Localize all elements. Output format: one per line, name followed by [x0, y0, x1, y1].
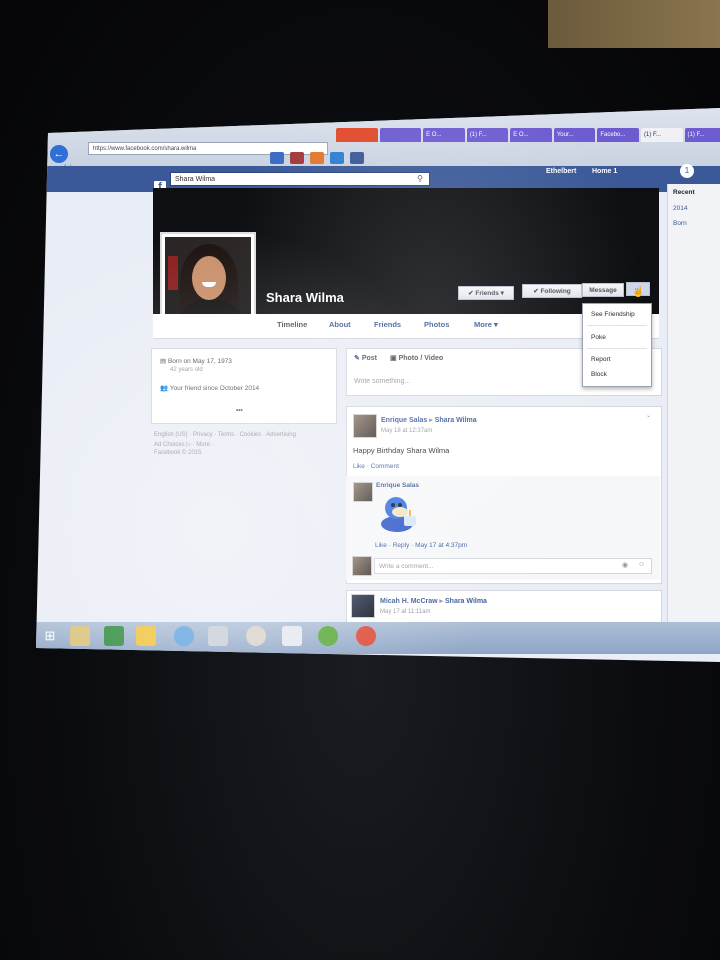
post-actions[interactable]: Like · Comment: [353, 463, 399, 470]
tab-timeline[interactable]: Timeline: [277, 320, 307, 329]
facebook-search-input[interactable]: Shara Wilma: [170, 172, 430, 186]
background-wall: [548, 0, 720, 48]
emoji-icon[interactable]: ☺: [638, 561, 645, 568]
composer-post-tab[interactable]: ✎ Post: [354, 354, 377, 362]
message-button[interactable]: Message: [582, 283, 624, 297]
menu-divider: [587, 348, 647, 349]
profile-photo-face: [192, 256, 226, 300]
friends-button[interactable]: ✔ Friends ▾: [458, 286, 514, 300]
favorite-icon[interactable]: [310, 152, 324, 164]
age-info: 42 years old: [170, 367, 203, 373]
born-text: Born on May 17, 1973: [167, 358, 232, 365]
post-target-name[interactable]: Shara Wilma: [435, 417, 477, 424]
composer-input[interactable]: Write something...: [354, 378, 410, 385]
born-info: ▤ Born on May 17, 1973: [160, 358, 232, 365]
tab-more[interactable]: More ▾: [474, 320, 498, 329]
notifications-icon[interactable]: 1: [680, 164, 694, 178]
browser-tab[interactable]: E O...: [423, 128, 465, 142]
avatar[interactable]: [351, 594, 375, 618]
windows-start-icon[interactable]: ⊞: [40, 626, 60, 646]
back-button[interactable]: ←: [50, 145, 68, 163]
composer-photo-tab[interactable]: ▣ Photo / Video: [390, 354, 443, 362]
post-author: Micah H. McCraw ▸ Shara Wilma: [380, 597, 487, 605]
pencil-icon: ✎: [354, 355, 360, 362]
menu-item-see-friendship[interactable]: See Friendship: [591, 311, 635, 318]
chrome-icon[interactable]: [174, 626, 194, 646]
favorites-bar: [270, 152, 364, 164]
browser-tab[interactable]: [379, 128, 422, 142]
tab-strip: E O... (1) F... E O... Your... Facebo...…: [336, 128, 720, 142]
store-icon[interactable]: [104, 626, 124, 646]
intro-more-link[interactable]: •••: [236, 407, 243, 414]
avatar[interactable]: [353, 414, 377, 438]
menu-divider: [587, 325, 647, 326]
following-button[interactable]: ✔ Following: [522, 284, 582, 298]
post-options-chevron-icon[interactable]: ⌄: [646, 412, 651, 419]
post-timestamp[interactable]: May 17 at 11:11am: [380, 609, 430, 615]
home-link[interactable]: Home 1: [592, 168, 617, 175]
user-profile-link[interactable]: Ethelbert: [546, 168, 576, 175]
app-icon[interactable]: [246, 626, 266, 646]
comment-input[interactable]: Write a comment...: [374, 558, 652, 574]
menu-item-poke[interactable]: Poke: [591, 334, 606, 341]
tab-about[interactable]: About: [329, 320, 351, 329]
browser-tab[interactable]: Your...: [553, 128, 596, 142]
sidebar-item-2014[interactable]: 2014: [673, 205, 687, 212]
comment-author[interactable]: Enrique Salas: [376, 482, 419, 489]
chrome-icon[interactable]: [356, 626, 376, 646]
menu-item-block[interactable]: Block: [591, 371, 607, 378]
camera-icon[interactable]: ◉: [622, 561, 628, 569]
post-arrow-icon: ▸: [439, 598, 444, 605]
footer-links-2[interactable]: Ad Choices ▷ · More ·: [154, 441, 214, 448]
favorite-icon[interactable]: [330, 152, 344, 164]
post-author: Enrique Salas ▸ Shara Wilma: [381, 416, 477, 424]
post-target-name[interactable]: Shara Wilma: [445, 598, 487, 605]
browser-tab[interactable]: Facebo...: [597, 128, 639, 142]
sidebar-item-recent[interactable]: Recent: [673, 189, 695, 196]
browser-tab[interactable]: (1) F...: [466, 128, 509, 142]
search-icon[interactable]: ⚲: [412, 172, 428, 186]
friend-since-info: 👥 Your friend since October 2014: [160, 385, 260, 392]
browser-tab-active[interactable]: (1) F...: [640, 128, 683, 142]
comment-actions[interactable]: Like · Reply · May 17 at 4:37pm: [375, 542, 467, 549]
post-label: Post: [361, 355, 377, 362]
favorite-icon[interactable]: [290, 152, 304, 164]
post-text: Happy Birthday Shara Wilma: [353, 446, 450, 455]
post-author-name[interactable]: Enrique Salas: [381, 417, 427, 424]
calculator-icon[interactable]: [282, 626, 302, 646]
post-author-name[interactable]: Micah H. McCraw: [380, 598, 438, 605]
post-timestamp[interactable]: May 18 at 12:37am: [381, 428, 432, 434]
post-arrow-icon: ▸: [429, 417, 433, 424]
tab-friends[interactable]: Friends: [374, 320, 401, 329]
footer-links-1[interactable]: English (US) · Privacy · Terms · Cookies…: [154, 432, 296, 438]
comment-avatar[interactable]: [353, 482, 373, 502]
app-icon[interactable]: [208, 626, 228, 646]
home-count: 1: [613, 168, 618, 175]
spotify-icon[interactable]: [318, 626, 338, 646]
tab-photos[interactable]: Photos: [424, 320, 449, 329]
browser-tab[interactable]: [336, 128, 378, 142]
mouse-cursor-icon: ☝: [632, 287, 645, 298]
browser-tab[interactable]: (1) F...: [684, 128, 720, 142]
sidebar-item-born[interactable]: Born: [673, 220, 687, 227]
current-user-avatar: [352, 556, 372, 576]
menu-item-report[interactable]: Report: [591, 356, 611, 363]
footer-copyright: Facebook © 2015: [154, 450, 202, 456]
favorite-icon[interactable]: [270, 152, 284, 164]
friend-since-text: Your friend since October 2014: [169, 385, 260, 392]
home-label: Home: [592, 168, 612, 175]
facebook-favorite-icon[interactable]: [350, 152, 364, 164]
photo-icon: ▣: [390, 355, 397, 362]
profile-name[interactable]: Shara Wilma: [266, 290, 344, 305]
photo-video-label: Photo / Video: [398, 355, 444, 362]
profile-photo-flag: [168, 256, 178, 290]
birthday-sticker-image: [381, 497, 416, 532]
timeline-year-nav: [667, 184, 720, 624]
file-explorer-icon[interactable]: [70, 626, 90, 646]
more-options-dropdown: See Friendship Poke Report Block: [582, 303, 652, 387]
internet-explorer-icon[interactable]: [136, 626, 156, 646]
browser-tab[interactable]: E O...: [510, 128, 552, 142]
